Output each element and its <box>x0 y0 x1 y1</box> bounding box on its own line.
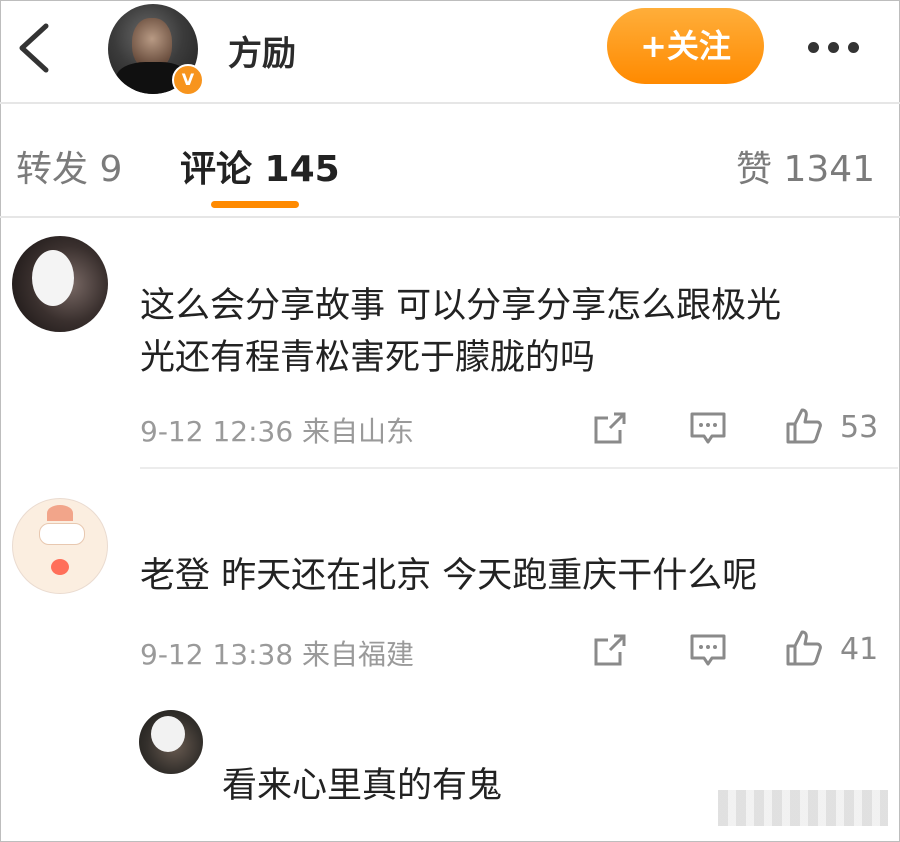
like-count: 53 <box>840 410 879 445</box>
comment-time-location: 9-12 12:36 来自山东 <box>140 415 415 448</box>
follow-button[interactable]: +关注 <box>607 8 764 84</box>
tab-comments[interactable]: 评论 145 <box>180 140 340 192</box>
tab-likes[interactable]: 赞 1341 <box>736 140 875 192</box>
author-name[interactable]: 方励 <box>228 26 296 75</box>
share-icon[interactable] <box>590 630 630 670</box>
thumbs-up-icon[interactable] <box>784 406 824 446</box>
avatar-mosaic <box>32 250 74 306</box>
comment-text-line: 光还有程青松害死于朦胧的吗 <box>140 338 596 378</box>
share-icon[interactable] <box>590 408 630 448</box>
verified-badge-icon: V <box>172 64 204 96</box>
back-arrow-icon[interactable] <box>14 22 54 74</box>
active-tab-indicator <box>211 201 299 208</box>
header-divider <box>0 102 900 104</box>
avatar-mosaic <box>151 716 185 752</box>
comment-text: 老登 昨天还在北京 今天跑重庆干什么呢 <box>140 556 758 596</box>
more-options-icon[interactable] <box>808 38 870 54</box>
avatar-hat <box>47 505 73 521</box>
comment-icon[interactable] <box>688 408 728 448</box>
comment-text: 这么会分享故事 可以分享分享怎么跟极光 光还有程青松害死于朦胧的吗 <box>140 280 860 384</box>
avatar-mosaic <box>39 523 85 545</box>
comment-separator <box>140 467 898 469</box>
thumbs-up-icon[interactable] <box>784 628 824 668</box>
reply-text: 看来心里真的有鬼 <box>222 766 503 806</box>
tab-reposts[interactable]: 转发 9 <box>16 140 122 192</box>
tabs-divider <box>0 216 900 218</box>
comment-icon[interactable] <box>688 630 728 670</box>
commenter-avatar[interactable] <box>12 236 108 332</box>
watermark-mosaic <box>718 790 888 826</box>
reply-avatar[interactable] <box>139 710 203 774</box>
comment-time-location: 9-12 13:38 来自福建 <box>140 638 415 671</box>
like-count: 41 <box>840 632 879 667</box>
avatar-mouth <box>51 559 69 575</box>
commenter-avatar[interactable] <box>12 498 108 594</box>
comment-text-line: 这么会分享故事 可以分享分享怎么跟极光 <box>140 286 782 326</box>
screenshot-frame <box>0 0 900 842</box>
